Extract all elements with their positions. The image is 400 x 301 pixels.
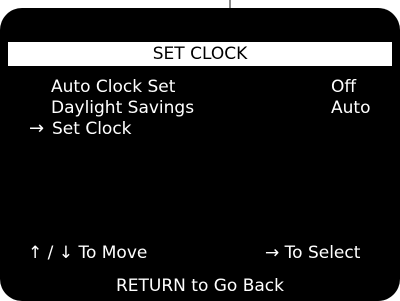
menu-item-label: Set Clock [52,119,132,139]
osd-screen: SET CLOCK Auto Clock Set Off Daylight Sa… [0,8,400,301]
move-label: To Move [78,243,148,263]
move-hint: ↑ / ↓ To Move [28,242,147,264]
navigation-hints: ↑ / ↓ To Move → To Select [0,242,400,264]
menu-item-value: Auto [331,98,371,118]
cursor-arrow-icon: → [29,118,45,139]
select-hint: → To Select [265,242,360,264]
down-arrow-icon: ↓ [58,243,74,263]
return-hint: RETURN to Go Back [115,276,285,296]
menu-item-label: Daylight Savings [51,98,195,118]
menu-item-set-clock[interactable]: → Set Clock [0,118,400,140]
menu-item-value: Off [331,77,357,97]
select-label: To Select [284,243,361,263]
menu-title: SET CLOCK [8,42,392,66]
right-arrow-icon: → [265,243,280,263]
menu-item-auto-clock-set[interactable]: Auto Clock Set Off [0,76,400,98]
menu-item-daylight-savings[interactable]: Daylight Savings Auto [0,97,400,119]
separator: / [47,243,54,263]
up-arrow-icon: ↑ [28,243,43,263]
menu-item-label: Auto Clock Set [51,77,176,97]
